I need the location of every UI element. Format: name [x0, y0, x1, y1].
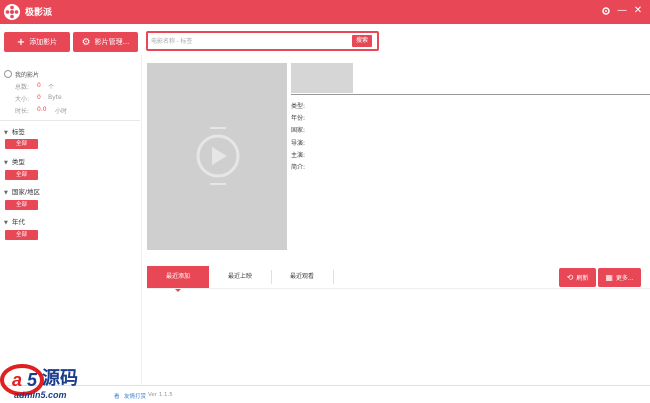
- more-label: 更多...: [615, 275, 634, 282]
- panel-divider: [141, 55, 142, 385]
- info-divider: [291, 94, 650, 95]
- gear-icon[interactable]: [599, 4, 613, 18]
- filter-tags-all-chip[interactable]: 全部: [5, 139, 38, 149]
- stat-total-unit: 个: [48, 84, 55, 91]
- more-button[interactable]: ▦ 更多...: [598, 268, 641, 287]
- search-input[interactable]: [151, 35, 346, 48]
- poster-placeholder-logo: [196, 127, 240, 185]
- filter-country-title[interactable]: ▼ 国家/地区: [4, 186, 40, 196]
- tabs-baseline: [147, 288, 650, 289]
- search-button[interactable]: 搜索: [352, 35, 372, 47]
- search-box: 搜索: [146, 31, 379, 51]
- add-movie-button[interactable]: + 添加影片: [4, 32, 70, 52]
- detail-country-label: 国家:: [291, 127, 306, 134]
- filter-country-all-chip[interactable]: 全部: [5, 200, 38, 210]
- svg-text:源码: 源码: [42, 367, 78, 389]
- my-movies-title: 我的影片: [15, 72, 40, 79]
- filter-genre-all-chip[interactable]: 全部: [5, 170, 38, 180]
- tab-recently-released[interactable]: 最近上映: [209, 266, 271, 288]
- triangle-down-icon: ▼: [4, 160, 8, 166]
- close-icon[interactable]: ✕: [631, 4, 645, 18]
- footer-link[interactable]: 看: [114, 392, 120, 400]
- tab-recently-watched[interactable]: 最近观看: [271, 266, 333, 288]
- clock-icon: [4, 70, 12, 78]
- stat-total-label: 总数:: [15, 84, 30, 91]
- film-reel-icon: [4, 4, 20, 20]
- stat-duration-label: 时长:: [15, 108, 30, 115]
- detail-director-label: 导演:: [291, 140, 306, 147]
- version-label: Ver 1.1.5: [148, 392, 173, 398]
- triangle-down-icon: ▼: [4, 220, 8, 226]
- watermark-domain: admin5.com: [14, 390, 67, 400]
- triangle-down-icon: ▼: [4, 130, 8, 136]
- refresh-icon: ⟲: [566, 273, 574, 282]
- detail-year-label: 年份:: [291, 115, 306, 122]
- movie-thumbnail[interactable]: [291, 63, 353, 93]
- stat-total-value: 0: [37, 82, 41, 89]
- minimize-icon[interactable]: —: [615, 4, 629, 18]
- stat-duration-value: 0.0: [37, 106, 47, 113]
- stat-size-value: 0: [37, 94, 41, 101]
- filter-title-label: 年代: [11, 218, 25, 226]
- refresh-button[interactable]: ⟲ 刷新: [559, 268, 596, 287]
- svg-text:5: 5: [27, 370, 38, 390]
- gear-icon: ⚙: [81, 37, 91, 48]
- tab-divider: [333, 270, 334, 284]
- movie-poster[interactable]: [147, 63, 287, 250]
- filter-year-title[interactable]: ▼ 年代: [4, 216, 25, 226]
- stat-duration-unit: 小时: [55, 108, 68, 115]
- friend-donate-link[interactable]: 友情打赏: [124, 392, 146, 400]
- detail-cast-label: 主演:: [291, 152, 306, 159]
- filter-tags-title[interactable]: ▼ 标签: [4, 126, 25, 136]
- tab-recently-added[interactable]: 最近添加: [147, 266, 209, 288]
- left-divider: [0, 120, 140, 121]
- filter-title-label: 国家/地区: [11, 188, 41, 196]
- svg-text:a: a: [12, 370, 22, 390]
- refresh-label: 刷新: [576, 275, 589, 282]
- stat-size-unit: Byte: [48, 94, 62, 101]
- title-bar: 极影派 — ✕: [0, 0, 650, 24]
- filter-year-all-chip[interactable]: 全部: [5, 230, 38, 240]
- detail-summary-label: 简介:: [291, 164, 306, 171]
- add-movie-label: 添加影片: [29, 38, 58, 46]
- app-title: 极影派: [25, 8, 53, 18]
- filter-title-label: 类型: [11, 158, 25, 166]
- filter-title-label: 标签: [11, 128, 25, 136]
- movie-manage-label: 影片管理...: [94, 38, 130, 46]
- movie-manage-button[interactable]: ⚙ 影片管理...: [73, 32, 138, 52]
- triangle-down-icon: ▼: [4, 190, 8, 196]
- plus-icon: +: [16, 37, 26, 48]
- filter-genre-title[interactable]: ▼ 类型: [4, 156, 25, 166]
- detail-genre-label: 类型:: [291, 103, 306, 110]
- grid-icon: ▦: [605, 273, 613, 282]
- stat-size-label: 大小:: [15, 96, 30, 103]
